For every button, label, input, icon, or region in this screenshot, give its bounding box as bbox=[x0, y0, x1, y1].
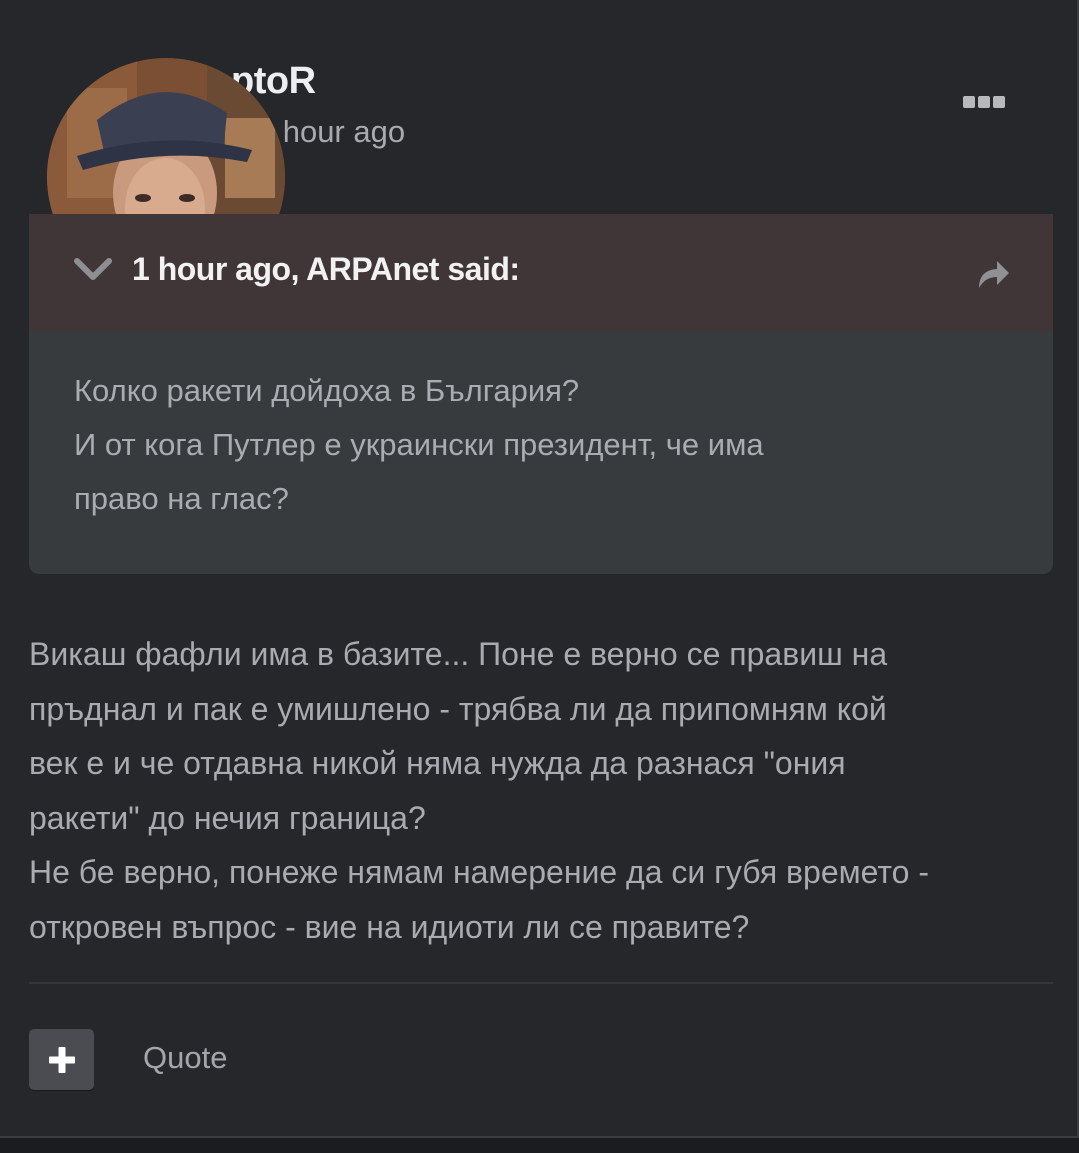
forum-post: ptoR d 1 hour ago 1 hour ago, ARPAnet sa… bbox=[0, 0, 1079, 1138]
ellipsis-icon bbox=[963, 96, 975, 108]
quote-button[interactable]: Quote bbox=[143, 1040, 227, 1076]
quote-block: 1 hour ago, ARPAnet said: Колко ракети д… bbox=[29, 214, 1053, 574]
quote-line: Колко ракети дойдоха в България? bbox=[74, 373, 580, 408]
quote-header: 1 hour ago, ARPAnet said: bbox=[29, 214, 1053, 331]
post-menu-button[interactable] bbox=[963, 96, 1007, 108]
plus-icon bbox=[48, 1046, 75, 1073]
post-line: век е и че отдавна никой няма нужда да р… bbox=[29, 745, 846, 782]
quote-text: Колко ракети дойдоха в България? И от ко… bbox=[74, 364, 974, 526]
post-line: откровен въпрос - вие на идиоти ли се пр… bbox=[29, 908, 750, 945]
post-line: пръднал и пак е умишлено - трябва ли да … bbox=[29, 690, 887, 727]
post-line: ракети" до нечия граница? bbox=[29, 799, 426, 836]
ellipsis-icon bbox=[978, 96, 990, 108]
quote-line: право на глас? bbox=[74, 481, 289, 516]
quote-citation: 1 hour ago, ARPAnet said: bbox=[132, 251, 520, 287]
ellipsis-icon bbox=[993, 96, 1005, 108]
quote-line: И от кога Путлер е украински президент, … bbox=[74, 427, 764, 462]
post-line: Викаш фафли има в базите... Поне е верно… bbox=[29, 636, 888, 672]
multiquote-button[interactable] bbox=[29, 1029, 94, 1090]
chevron-down-icon[interactable] bbox=[74, 256, 112, 284]
post-line: Не бе верно, понеже нямам намерение да с… bbox=[29, 854, 930, 891]
divider bbox=[29, 982, 1053, 984]
post-body: Викаш фафли има в базите... Поне е верно… bbox=[29, 627, 1059, 955]
share-arrow-icon[interactable] bbox=[975, 256, 1011, 290]
